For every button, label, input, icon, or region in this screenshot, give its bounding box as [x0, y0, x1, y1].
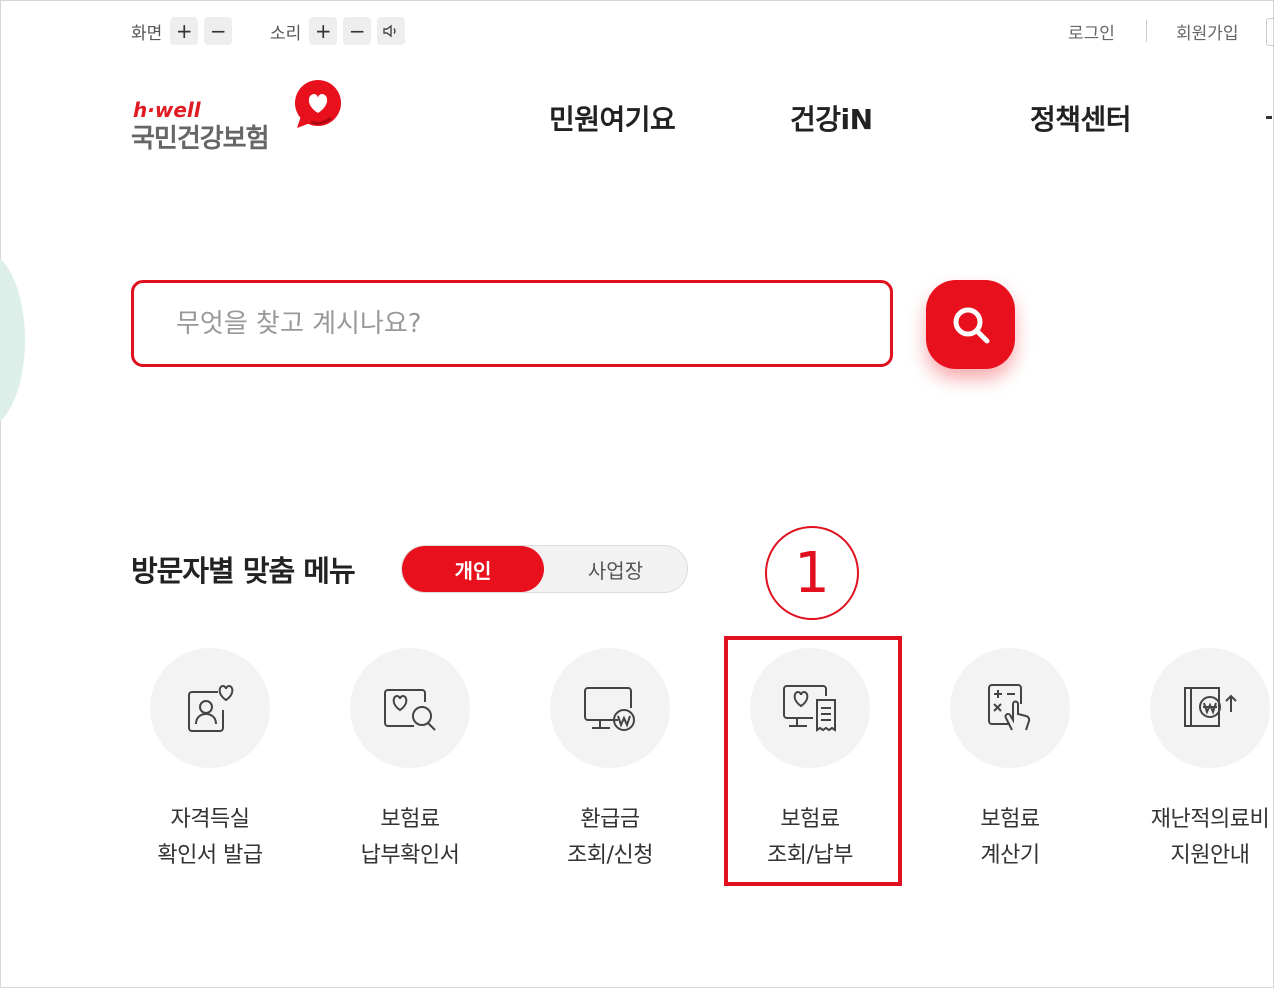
login-link[interactable]: 로그인: [1068, 16, 1115, 46]
item-icon-circle: [150, 648, 270, 768]
screen-zoom-controls: 화면 + −: [131, 16, 238, 46]
search-icon: [953, 307, 989, 343]
logo-heart-icon: [295, 80, 341, 128]
volume-up-button[interactable]: +: [309, 17, 338, 45]
visitor-menu-title: 방문자별 맞춤 메뉴: [131, 554, 356, 588]
toggle-individual[interactable]: 개인: [402, 546, 544, 592]
item-icon-circle: [350, 648, 470, 768]
screen-zoom-out-button[interactable]: −: [204, 17, 233, 45]
item-label: 환급금 조회/신청: [510, 802, 710, 874]
item-label: 재난적의료비 지원안내: [1110, 802, 1274, 874]
nhis-logo[interactable]: h·well 국민건강보험: [131, 80, 351, 158]
volume-down-button[interactable]: −: [343, 17, 372, 45]
item-label: 보험료 납부확인서: [310, 802, 510, 874]
visitor-type-toggle: 개인 사업장: [401, 545, 688, 593]
speaker-icon: [383, 24, 396, 38]
book-won-up-icon: [1184, 687, 1237, 727]
utility-divider: [1146, 20, 1147, 42]
search-box: [131, 280, 893, 367]
item-icon-circle: [1150, 648, 1270, 768]
cut-off-nav-item: [1266, 116, 1272, 119]
item-label-line2: 납부확인서: [360, 843, 460, 868]
screen-zoom-in-button[interactable]: +: [170, 17, 199, 45]
nav-item-health-in[interactable]: 건강iN: [790, 98, 873, 138]
item-label-line1: 보험료: [380, 807, 440, 832]
item-label-line2: 계산기: [980, 843, 1040, 868]
item-label-line1: 보험료: [980, 807, 1040, 832]
item-label-line1: 환급금: [580, 807, 640, 832]
item-label-line1: 자격득실: [170, 807, 250, 832]
sound-controls: 소리 + −: [270, 16, 411, 46]
item-label: 자격득실 확인서 발급: [110, 802, 310, 874]
search-input[interactable]: [174, 301, 858, 347]
speaker-button[interactable]: [377, 17, 406, 45]
calculator-hand-icon: [988, 684, 1031, 731]
toggle-business[interactable]: 사업장: [544, 546, 687, 592]
nav-item-policy-center[interactable]: 정책센터: [1030, 98, 1132, 138]
heart-card-search-icon: [384, 689, 436, 731]
cut-off-utility-button: [1266, 18, 1274, 46]
id-person-heart-icon: [188, 684, 234, 732]
item-icon-circle: [550, 648, 670, 768]
item-label-line2: 확인서 발급: [157, 843, 263, 868]
item-label-line2: 지원안내: [1170, 843, 1250, 868]
item-label: 보험료 계산기: [910, 802, 1110, 874]
search-button[interactable]: [926, 280, 1015, 369]
sound-label: 소리: [270, 23, 302, 44]
item-label-line2: 조회/신청: [567, 843, 653, 868]
nav-item-civil-service[interactable]: 민원여기요: [549, 98, 676, 138]
screen-zoom-label: 화면: [131, 23, 163, 44]
step-number-annotation: 1: [765, 526, 859, 620]
item-icon-circle: [950, 648, 1070, 768]
highlight-annotation-box: [724, 636, 902, 886]
logo-korean-text: 국민건강보험: [131, 124, 270, 154]
item-label-line1: 재난적의료비: [1150, 807, 1270, 832]
monitor-won-icon: [584, 687, 635, 731]
signup-link[interactable]: 회원가입: [1176, 16, 1239, 46]
